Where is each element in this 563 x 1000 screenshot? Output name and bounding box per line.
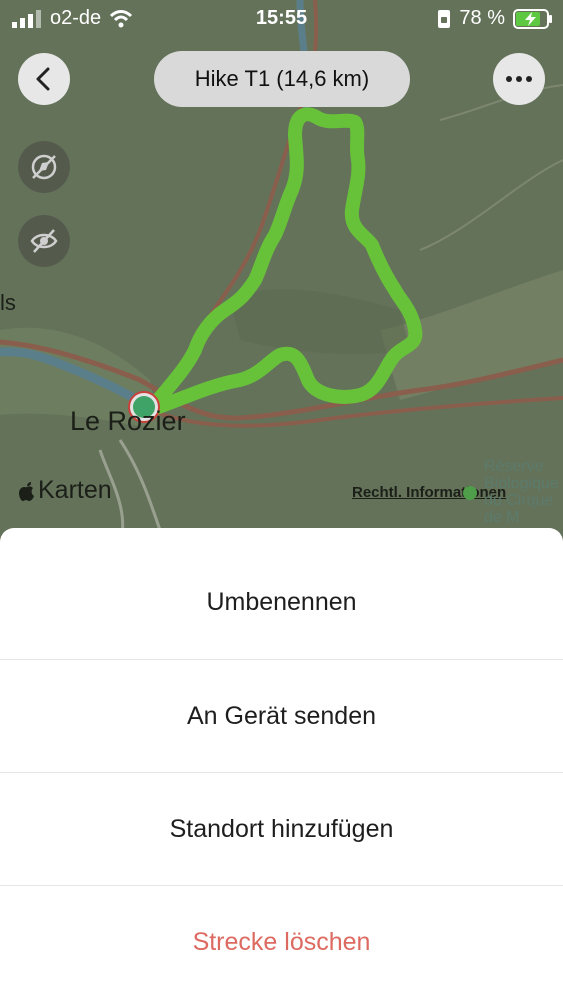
edge-label: ls — [0, 290, 16, 315]
reserve-line-1: Réserve — [484, 458, 544, 475]
route-title: Hike T1 (14,6 km) — [154, 51, 410, 107]
place-label: Le Rozier — [70, 406, 186, 436]
add-location-button[interactable]: Standort hinzufügen — [0, 773, 563, 885]
maps-brand-label: Karten — [38, 476, 112, 504]
reserve-line-3: du Cirque — [484, 492, 554, 509]
reserve-label: Réserve Biologique du Cirque de M — [484, 458, 559, 526]
status-bar: o2-de 15:55 78 % — [0, 0, 563, 40]
reserve-line-2: Biologique — [484, 475, 559, 492]
visibility-toggle-button[interactable] — [18, 215, 70, 267]
location-slash-icon — [31, 154, 57, 180]
battery-percent: 78 % — [459, 7, 505, 29]
rename-button[interactable]: Umbenennen — [0, 546, 563, 658]
eye-slash-icon — [30, 229, 58, 253]
back-button[interactable] — [18, 53, 70, 105]
more-dots-icon — [506, 76, 532, 82]
more-button[interactable] — [493, 53, 545, 105]
reserve-dot — [463, 486, 477, 500]
chevron-left-icon — [36, 67, 50, 91]
location-toggle-button[interactable] — [18, 141, 70, 193]
reserve-line-4: de M — [484, 509, 520, 526]
send-to-device-button[interactable]: An Gerät senden — [0, 660, 563, 772]
delete-route-button[interactable]: Strecke löschen — [0, 886, 563, 998]
orientation-lock-icon — [438, 9, 451, 28]
status-right: 78 % — [437, 7, 553, 30]
battery-charging-icon — [513, 8, 552, 29]
apple-logo-icon — [19, 481, 34, 501]
map-view[interactable]: Le Rozier ls Karten Rechtl. Informatione… — [0, 0, 563, 545]
maps-brand: Karten — [18, 476, 112, 505]
action-sheet: Umbenennen An Gerät senden Standort hinz… — [0, 528, 563, 1000]
